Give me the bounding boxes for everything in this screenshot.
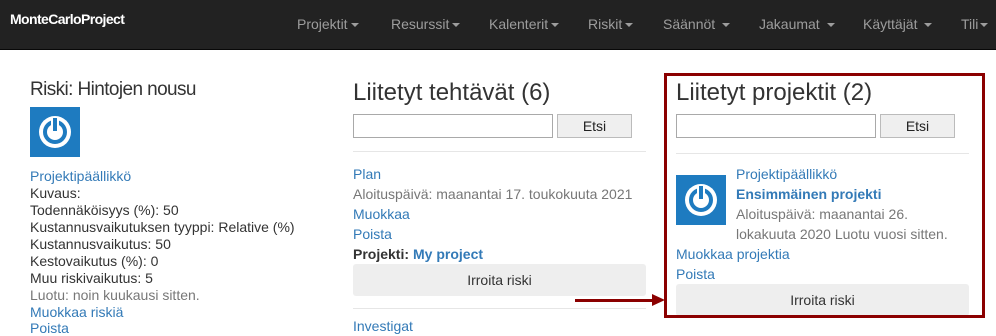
divider <box>353 308 646 309</box>
task-name-link[interactable]: Plan <box>353 166 381 182</box>
power-icon <box>676 175 726 225</box>
delete-task-link[interactable]: Poista <box>353 226 392 242</box>
task-project-label: Projekti: <box>353 246 410 262</box>
project-role-link[interactable]: Projektipäällikkö <box>736 166 837 182</box>
caret-down-icon <box>722 23 731 28</box>
arrow-head-icon <box>652 294 665 306</box>
nav-kalenterit[interactable]: Kalenterit <box>489 16 560 32</box>
delete-project-link[interactable]: Poista <box>676 266 715 282</box>
nav-tili[interactable]: Tili <box>961 16 989 32</box>
nav-label: Riskit <box>588 16 623 32</box>
top-navbar: MonteCarloProject Projektit Resurssit Ka… <box>0 0 996 50</box>
power-icon <box>30 107 80 157</box>
linked-projects-title: Liitetyt projektit (2) <box>676 79 873 106</box>
nav-riskit[interactable]: Riskit <box>588 16 634 32</box>
task-project-link[interactable]: My project <box>413 246 483 262</box>
caret-down-icon <box>625 23 634 28</box>
nav-label: Säännöt <box>663 16 716 32</box>
project-name-link[interactable]: Ensimmäinen projekti <box>736 186 881 202</box>
nav-label: Projektit <box>297 16 348 32</box>
caret-down-icon <box>350 23 359 28</box>
project-start-line-2: lokakuuta 2020 Luotu vuosi sitten. <box>736 226 948 242</box>
project-start-line-1: Aloituspäivä: maanantai 26. <box>736 206 908 222</box>
nav-resurssit[interactable]: Resurssit <box>391 16 461 32</box>
brand-link[interactable]: MonteCarloProject <box>10 11 125 27</box>
nav-projektit[interactable]: Projektit <box>297 16 359 32</box>
delete-risk-link[interactable]: Poista <box>30 320 69 336</box>
linked-tasks-title: Liitetyt tehtävät (6) <box>353 79 551 106</box>
caret-down-icon <box>826 23 835 28</box>
nav-saannot[interactable]: Säännöt <box>663 16 731 32</box>
divider <box>353 151 646 152</box>
risk-created: Luotu: noin kuukausi sitten. <box>30 287 200 303</box>
risk-probability: Todennäköisyys (%): 50 <box>30 202 179 218</box>
risk-cost-impact: Kustannusvaikutus: 50 <box>30 236 171 252</box>
caret-down-icon <box>551 23 560 28</box>
detach-risk-project-button[interactable]: Irroita riski <box>676 284 969 316</box>
next-task-link[interactable]: Investigat <box>353 318 413 334</box>
nav-label: Resurssit <box>391 16 450 32</box>
tasks-search-button[interactable]: Etsi <box>557 114 632 138</box>
risk-duration-impact: Kestovaikutus (%): 0 <box>30 253 159 269</box>
edit-project-link[interactable]: Muokkaa projektia <box>676 246 790 262</box>
edit-task-link[interactable]: Muokkaa <box>353 206 410 222</box>
risk-description-label: Kuvaus: <box>30 185 81 201</box>
task-start-date: Aloituspäivä: maanantai 17. toukokuuta 2… <box>353 186 633 202</box>
nav-label: Jakaumat <box>759 16 820 32</box>
nav-jakaumat[interactable]: Jakaumat <box>759 16 835 32</box>
tasks-search-input[interactable] <box>353 114 553 138</box>
nav-label: Käyttäjät <box>863 16 918 32</box>
risk-title: Riski: Hintojen nousu <box>30 79 196 100</box>
detach-risk-task-button[interactable]: Irroita riski <box>353 264 646 296</box>
risk-cost-impact-type: Kustannusvaikutuksen tyyppi: Relative (%… <box>30 219 295 235</box>
projects-search-input[interactable] <box>676 114 876 138</box>
caret-down-icon <box>452 23 461 28</box>
risk-role-link[interactable]: Projektipäällikkö <box>30 168 131 184</box>
projects-search-button[interactable]: Etsi <box>880 114 955 138</box>
caret-down-icon <box>980 23 989 28</box>
nav-label: Tili <box>961 16 979 32</box>
nav-kayttajat[interactable]: Käyttäjät <box>863 16 933 32</box>
divider <box>676 153 969 154</box>
arrow-line <box>575 299 653 302</box>
caret-down-icon <box>924 23 933 28</box>
nav-label: Kalenterit <box>489 16 549 32</box>
edit-risk-link[interactable]: Muokkaa riskiä <box>30 304 123 320</box>
risk-other-impact: Muu riskivaikutus: 5 <box>30 270 153 286</box>
